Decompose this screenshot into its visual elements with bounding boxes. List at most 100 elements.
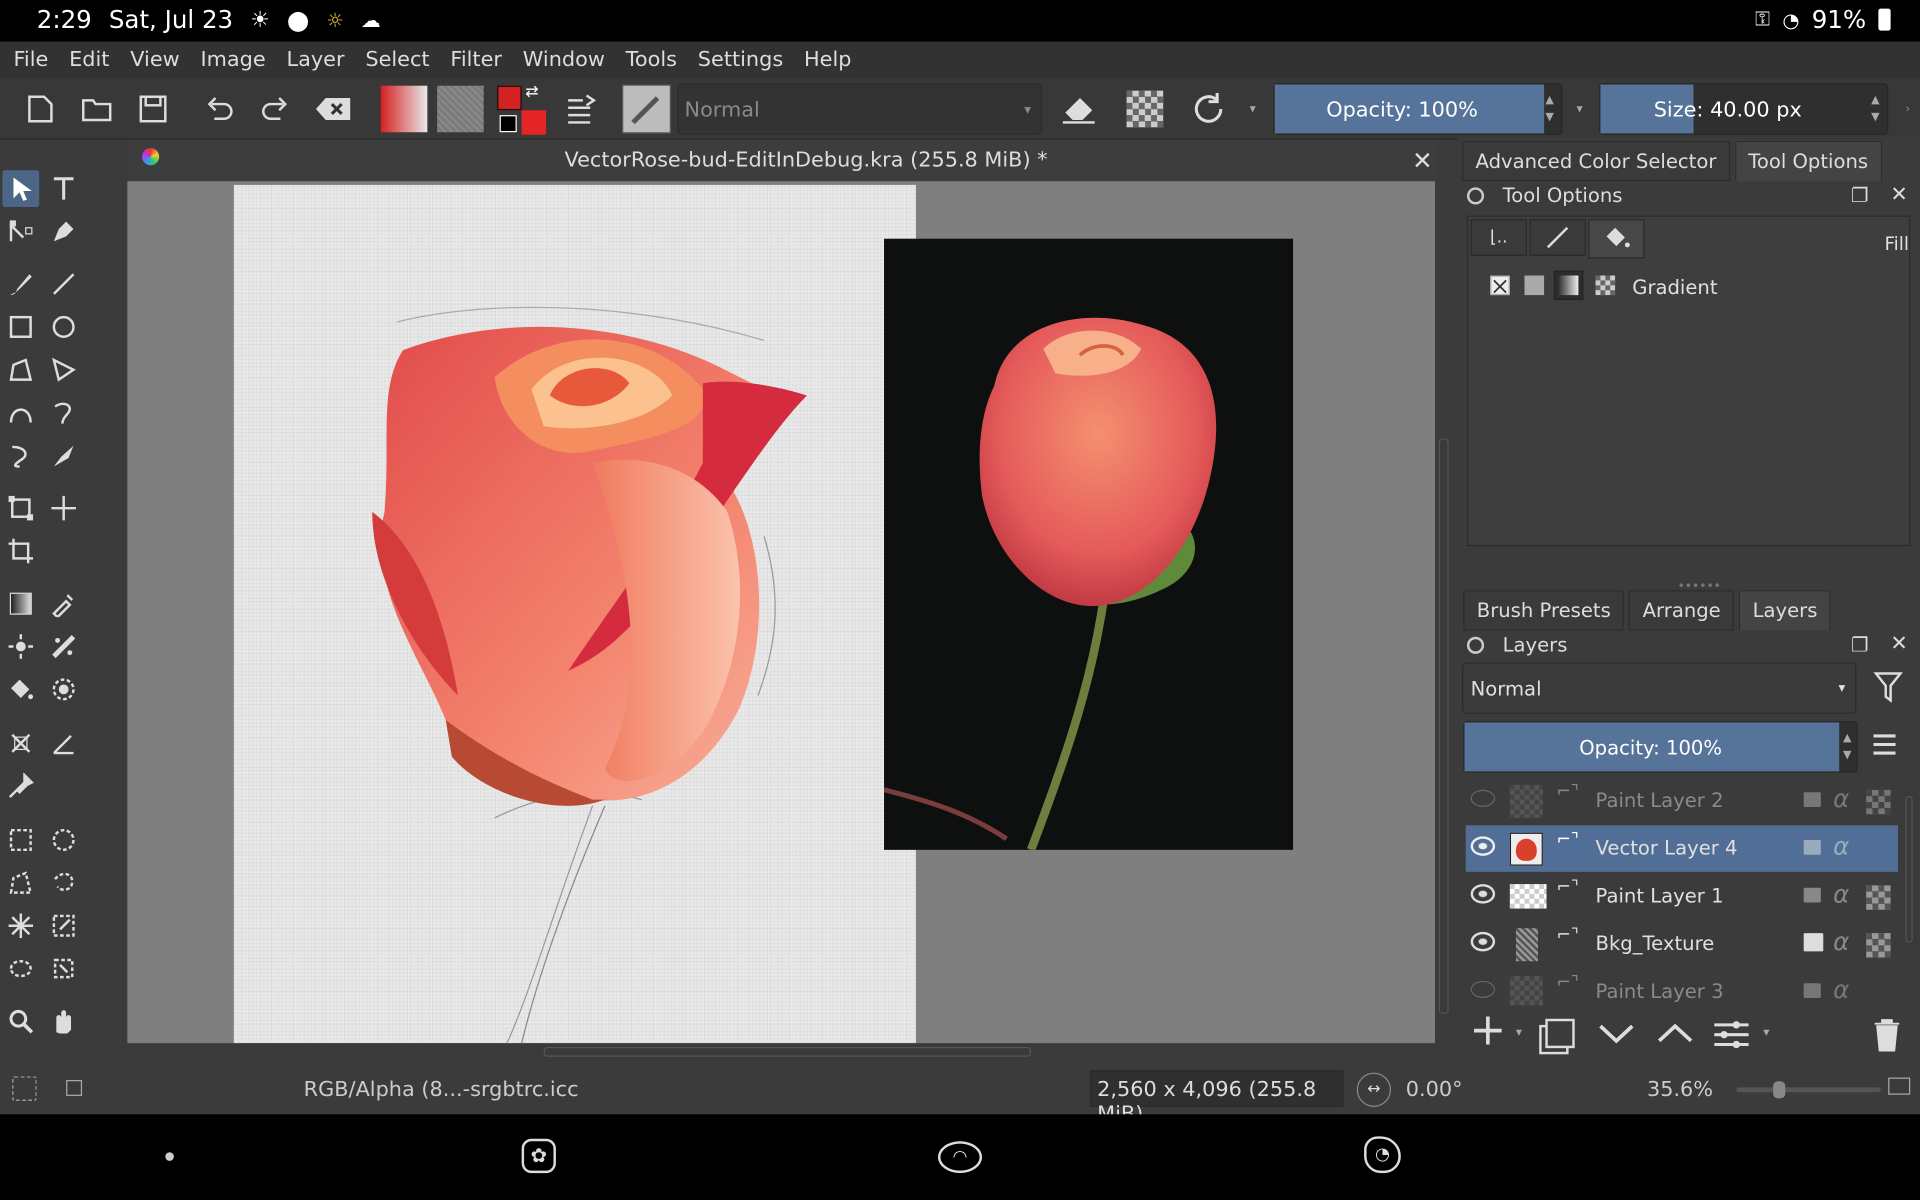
- toolbar-overflow-icon[interactable]: ›: [1899, 78, 1916, 139]
- pattern-fill-icon[interactable]: [1595, 275, 1616, 296]
- color-picker-tool-icon[interactable]: [45, 585, 82, 622]
- freehand-path-tool-icon[interactable]: [45, 394, 82, 431]
- alpha-lock-icon[interactable]: [1866, 789, 1891, 815]
- calligraphy-tool-icon[interactable]: [45, 213, 82, 250]
- bezier-selection-tool-icon[interactable]: [2, 950, 39, 987]
- canvas[interactable]: [127, 181, 1436, 1044]
- clear-icon[interactable]: [312, 78, 354, 139]
- polygon-tool-icon[interactable]: [2, 351, 39, 388]
- color-selector[interactable]: ⇄: [493, 78, 547, 139]
- menu-image[interactable]: Image: [200, 48, 265, 72]
- blend-mode-select[interactable]: Normal ▾: [677, 83, 1043, 135]
- open-folder-icon[interactable]: [78, 78, 115, 139]
- elliptical-selection-tool-icon[interactable]: [45, 822, 82, 859]
- undo-icon[interactable]: [201, 78, 238, 139]
- menu-window[interactable]: Window: [523, 48, 605, 72]
- image-size-field[interactable]: 2,560 x 4,096 (255.8 MiB): [1089, 1070, 1344, 1127]
- tab-tool-options[interactable]: Tool Options: [1734, 140, 1882, 182]
- pan-tool-icon[interactable]: [45, 1003, 82, 1040]
- magnetic-selection-tool-icon[interactable]: [45, 950, 82, 987]
- measure-tool-icon[interactable]: [2, 725, 39, 762]
- background-color-swatch[interactable]: [521, 110, 547, 135]
- brush-size-slider[interactable]: Size: 40.00 px ▲ ▼: [1599, 83, 1889, 135]
- duplicate-layer-icon[interactable]: [1545, 1018, 1575, 1049]
- filter-icon[interactable]: [1873, 671, 1903, 708]
- rectangular-selection-tool-icon[interactable]: [2, 822, 39, 859]
- nav-dot-icon[interactable]: [165, 1152, 174, 1161]
- multibrush-tool-icon[interactable]: [45, 437, 82, 474]
- redo-icon[interactable]: [257, 78, 294, 139]
- tab-shape-handles-icon[interactable]: ⌊..: [1470, 219, 1527, 256]
- ellipse-tool-icon[interactable]: [45, 309, 82, 346]
- save-icon[interactable]: [135, 78, 172, 139]
- alpha-lock-icon[interactable]: [1124, 78, 1166, 139]
- horizontal-scrollbar[interactable]: [127, 1043, 1436, 1061]
- lock-icon[interactable]: [1803, 840, 1821, 855]
- layer-properties-icon[interactable]: [1712, 1019, 1751, 1051]
- delete-layer-icon[interactable]: [1871, 1016, 1903, 1053]
- similar-selection-tool-icon[interactable]: [45, 907, 82, 944]
- layer-row-paint-layer-3[interactable]: ⌐⌝ Paint Layer 3 α: [1466, 969, 1898, 1006]
- move-layer-up-icon[interactable]: [1656, 1021, 1695, 1045]
- pattern-swatch[interactable]: [436, 78, 485, 139]
- alpha-inherit-icon[interactable]: α: [1833, 879, 1849, 908]
- fit-view-icon[interactable]: [66, 1080, 83, 1096]
- line-tool-icon[interactable]: [45, 266, 82, 303]
- lock-icon[interactable]: [1803, 792, 1821, 807]
- opacity-dropdown-icon[interactable]: ▾: [1571, 78, 1588, 139]
- contiguous-selection-tool-icon[interactable]: [2, 907, 39, 944]
- menu-filter[interactable]: Filter: [450, 48, 502, 72]
- close-document-icon[interactable]: ✕: [1412, 146, 1433, 175]
- tab-stroke-icon[interactable]: [1529, 219, 1586, 256]
- layers-scrollbar[interactable]: [1900, 778, 1918, 1007]
- eye-icon[interactable]: [1470, 836, 1496, 856]
- menu-settings[interactable]: Settings: [698, 48, 783, 72]
- tab-layers[interactable]: Layers: [1739, 590, 1831, 631]
- selection-mode-icon[interactable]: [12, 1076, 37, 1101]
- cat-back-icon[interactable]: ◔: [1364, 1136, 1401, 1174]
- enclose-fill-tool-icon[interactable]: [45, 671, 82, 708]
- freehand-selection-tool-icon[interactable]: [45, 864, 82, 901]
- gradient-swatch[interactable]: [380, 78, 429, 139]
- layer-opacity-slider[interactable]: Opacity: 100% ▲ ▼: [1463, 721, 1858, 773]
- layer-row-vector-layer-4[interactable]: ⌐⌝ Vector Layer 4 α: [1465, 825, 1898, 872]
- tab-advanced-color-selector[interactable]: Advanced Color Selector: [1462, 140, 1730, 182]
- menu-view[interactable]: View: [130, 48, 179, 72]
- eye-closed-icon[interactable]: [1470, 789, 1496, 807]
- spin-arrows-icon[interactable]: ▲ ▼: [1545, 92, 1553, 126]
- crop-tool-icon[interactable]: [2, 533, 39, 570]
- lock-icon[interactable]: [1803, 887, 1821, 903]
- polyline-tool-icon[interactable]: [45, 351, 82, 388]
- close-docker-icon[interactable]: ✕: [1890, 632, 1907, 656]
- layer-row-paint-layer-2[interactable]: ⌐⌝ Paint Layer 2 α: [1466, 778, 1898, 825]
- foreground-color-swatch[interactable]: [497, 85, 522, 111]
- gradient-tool-icon[interactable]: [2, 585, 39, 622]
- add-layer-dropdown-icon[interactable]: ▾: [1516, 1026, 1522, 1039]
- alpha-inherit-icon[interactable]: α: [1833, 831, 1849, 860]
- lock-icon[interactable]: [1803, 983, 1821, 998]
- zoom-tool-icon[interactable]: [2, 1003, 39, 1040]
- float-docker-icon[interactable]: ❐: [1851, 184, 1869, 207]
- menu-file[interactable]: File: [13, 48, 48, 72]
- no-fill-icon[interactable]: [1490, 275, 1510, 296]
- select-shapes-tool-icon[interactable]: [2, 170, 40, 207]
- layer-menu-icon[interactable]: [1871, 732, 1898, 761]
- assistant-tool-icon[interactable]: [45, 628, 82, 665]
- edit-shapes-tool-icon[interactable]: [2, 213, 39, 250]
- fill-tool-icon[interactable]: [2, 671, 39, 708]
- swap-colors-icon[interactable]: ⇄: [525, 83, 538, 101]
- new-document-icon[interactable]: [22, 78, 59, 139]
- gradient-fill-icon[interactable]: [1553, 270, 1584, 301]
- layer-row-paint-layer-1[interactable]: ⌐⌝ Paint Layer 1 α: [1466, 873, 1898, 920]
- transform-tool-icon[interactable]: [2, 490, 39, 527]
- move-layer-down-icon[interactable]: [1597, 1021, 1636, 1045]
- solid-fill-icon[interactable]: [1524, 275, 1545, 296]
- bezier-curve-tool-icon[interactable]: [2, 394, 39, 431]
- vertical-scrollbar[interactable]: [1435, 181, 1453, 1044]
- polygonal-selection-tool-icon[interactable]: [2, 864, 39, 901]
- tab-fill-icon[interactable]: [1588, 219, 1645, 259]
- menu-edit[interactable]: Edit: [69, 48, 109, 72]
- document-tab[interactable]: VectorRose-bud-EditInDebug.kra (255.8 Mi…: [127, 140, 1438, 182]
- lock-closed-icon[interactable]: [1803, 933, 1824, 952]
- reference-images-tool-icon[interactable]: [2, 768, 39, 805]
